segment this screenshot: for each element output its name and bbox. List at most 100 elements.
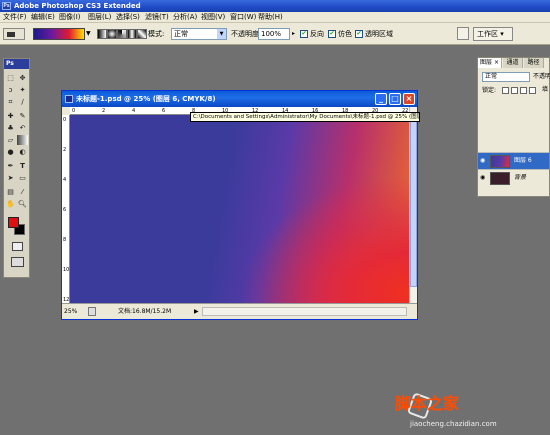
watermark-text: 脚本之家	[395, 394, 460, 413]
lock-all-icon[interactable]	[529, 87, 536, 94]
eyedropper-tool-icon[interactable]: ⁄	[17, 187, 28, 197]
options-bar: ▼ 模式: 正常 ▼ 不透明度: 100% ▸ ✔ 反向 ✔ 仿色 ✔ 透明区域…	[0, 23, 550, 45]
palette-well-button[interactable]	[457, 27, 469, 40]
lock-image-icon[interactable]	[511, 87, 518, 94]
menu-file[interactable]: 文件(F)	[3, 12, 27, 23]
ruler-tick-label: 2	[102, 108, 106, 114]
history-brush-tool-icon[interactable]: ↶	[17, 123, 28, 133]
menu-image[interactable]: 图像(I)	[59, 12, 81, 23]
layer-row[interactable]: ◉ 背景	[478, 169, 549, 186]
magic-wand-tool-icon[interactable]: ✦	[17, 85, 28, 95]
marquee-tool-icon[interactable]: ⬚	[5, 73, 16, 83]
opacity-label: 不透明度:	[231, 30, 262, 38]
slice-tool-icon[interactable]: ∕	[17, 97, 28, 107]
layer-thumbnail	[490, 155, 510, 168]
shape-tool-icon[interactable]: ▭	[17, 173, 28, 183]
mode-value: 正常	[174, 30, 188, 38]
move-tool-icon[interactable]: ✥	[17, 73, 28, 83]
menu-analysis[interactable]: 分析(A)	[173, 12, 197, 23]
zoom-field[interactable]: 25%	[64, 307, 84, 317]
document-icon	[65, 95, 73, 103]
close-button[interactable]: ×	[403, 93, 415, 105]
ruler-vertical[interactable]: 0 2 4 6 8 10 12	[62, 115, 70, 303]
menu-layer[interactable]: 图层(L)	[88, 12, 111, 23]
canvas[interactable]	[70, 115, 409, 303]
linear-gradient-icon[interactable]	[97, 29, 107, 39]
menu-bar: 文件(F) 编辑(E) 图像(I) 图层(L) 选择(S) 滤镜(T) 分析(A…	[0, 12, 550, 23]
vertical-scrollbar-thumb[interactable]	[410, 117, 417, 287]
crop-tool-icon[interactable]: ⌗	[5, 97, 16, 107]
pen-tool-icon[interactable]: ✒	[5, 161, 16, 171]
foreground-color-swatch[interactable]	[8, 217, 19, 228]
ruler-tick-label: 4	[63, 177, 67, 183]
tab-paths[interactable]: 路径	[524, 58, 544, 68]
mode-select[interactable]: 正常 ▼	[171, 28, 227, 40]
layer-row[interactable]: ◉ 图层 6	[478, 152, 549, 169]
quick-mask-button[interactable]	[12, 242, 23, 251]
layer-opacity-label: 不透明	[533, 73, 550, 80]
reverse-label: 反向	[310, 30, 324, 38]
app-title-bar: Ps Adobe Photoshop CS3 Extended	[0, 0, 550, 12]
ruler-tick-label: 0	[72, 108, 76, 114]
lock-position-icon[interactable]	[520, 87, 527, 94]
blur-tool-icon[interactable]: ●	[5, 147, 16, 157]
diamond-gradient-icon[interactable]	[137, 29, 147, 39]
radial-gradient-icon[interactable]	[107, 29, 117, 39]
menu-select[interactable]: 选择(S)	[116, 12, 140, 23]
tab-layers[interactable]: 图层 ×	[478, 58, 502, 68]
maximize-button[interactable]: □	[389, 93, 401, 105]
horizontal-scrollbar[interactable]	[202, 307, 407, 316]
menu-filter[interactable]: 滤镜(T)	[145, 12, 169, 23]
dither-checkbox[interactable]: ✔	[328, 30, 336, 38]
document-title-bar[interactable]: 未标题-1.psd @ 25% (图层 6, CMYK/8) _ □ ×	[62, 91, 417, 107]
watermark-subtext: jiaocheng.chazidian.com	[410, 420, 497, 428]
mode-label: 模式:	[148, 30, 165, 38]
status-info-icon[interactable]	[88, 307, 96, 316]
reflected-gradient-icon[interactable]	[127, 29, 137, 39]
dodge-tool-icon[interactable]: ◐	[17, 147, 28, 157]
document-window: 未标题-1.psd @ 25% (图层 6, CMYK/8) _ □ × 0 2 4…	[61, 90, 418, 320]
notes-tool-icon[interactable]: ▤	[5, 187, 16, 197]
document-size-info: 文档:16.8M/15.2M	[118, 308, 172, 315]
dither-label: 仿色	[338, 30, 352, 38]
transparency-checkbox[interactable]: ✔	[355, 30, 363, 38]
angle-gradient-icon[interactable]	[117, 29, 127, 39]
menu-help[interactable]: 帮助(H)	[258, 12, 283, 23]
brush-tool-icon[interactable]: ✎	[17, 111, 28, 121]
tool-preset-picker[interactable]	[3, 28, 25, 40]
reverse-checkbox[interactable]: ✔	[300, 30, 308, 38]
tab-channels[interactable]: 通道	[503, 58, 523, 68]
blend-mode-select[interactable]: 正常	[482, 72, 530, 82]
toolbox-header: Ps	[4, 59, 29, 69]
eye-icon[interactable]: ◉	[480, 158, 487, 164]
menu-view[interactable]: 视图(V)	[201, 12, 225, 23]
clone-stamp-tool-icon[interactable]: ♣	[5, 123, 16, 133]
minimize-button[interactable]: _	[375, 93, 387, 105]
lock-transparent-icon[interactable]	[502, 87, 509, 94]
layer-name: 背景	[514, 174, 527, 181]
path-selection-tool-icon[interactable]: ➤	[5, 173, 16, 183]
lock-label: 锁定:	[482, 87, 497, 94]
lasso-tool-icon[interactable]: ↄ	[5, 85, 16, 95]
gradient-editor-preview[interactable]	[33, 28, 85, 40]
eye-icon[interactable]: ◉	[480, 175, 487, 181]
workspace-button[interactable]: 工作区 ▾	[473, 27, 513, 41]
gradient-tool-icon[interactable]	[17, 135, 28, 145]
document-path-tooltip: C:\Documents and Settings\Administrator\…	[190, 112, 420, 122]
opacity-arrow-icon[interactable]: ▸	[292, 30, 295, 37]
photoshop-app-icon: Ps	[2, 2, 11, 10]
healing-brush-tool-icon[interactable]: ✚	[5, 111, 16, 121]
menu-edit[interactable]: 编辑(E)	[31, 12, 55, 23]
zoom-tool-icon[interactable]: 🔍︎	[17, 199, 28, 209]
menu-window[interactable]: 窗口(W)	[230, 12, 256, 23]
eraser-tool-icon[interactable]: ▱	[5, 135, 16, 145]
status-bar: 25% 文档:16.8M/15.2M ▶	[62, 303, 417, 319]
chevron-down-icon[interactable]: ▼	[86, 28, 94, 40]
vertical-scrollbar[interactable]	[409, 107, 417, 303]
type-tool-icon[interactable]: T	[17, 161, 28, 171]
status-menu-arrow-icon[interactable]: ▶	[194, 307, 199, 317]
opacity-field[interactable]: 100%	[258, 28, 290, 40]
layer-thumbnail	[490, 172, 510, 185]
screen-mode-button[interactable]	[11, 257, 24, 267]
hand-tool-icon[interactable]: ✋	[5, 199, 16, 209]
